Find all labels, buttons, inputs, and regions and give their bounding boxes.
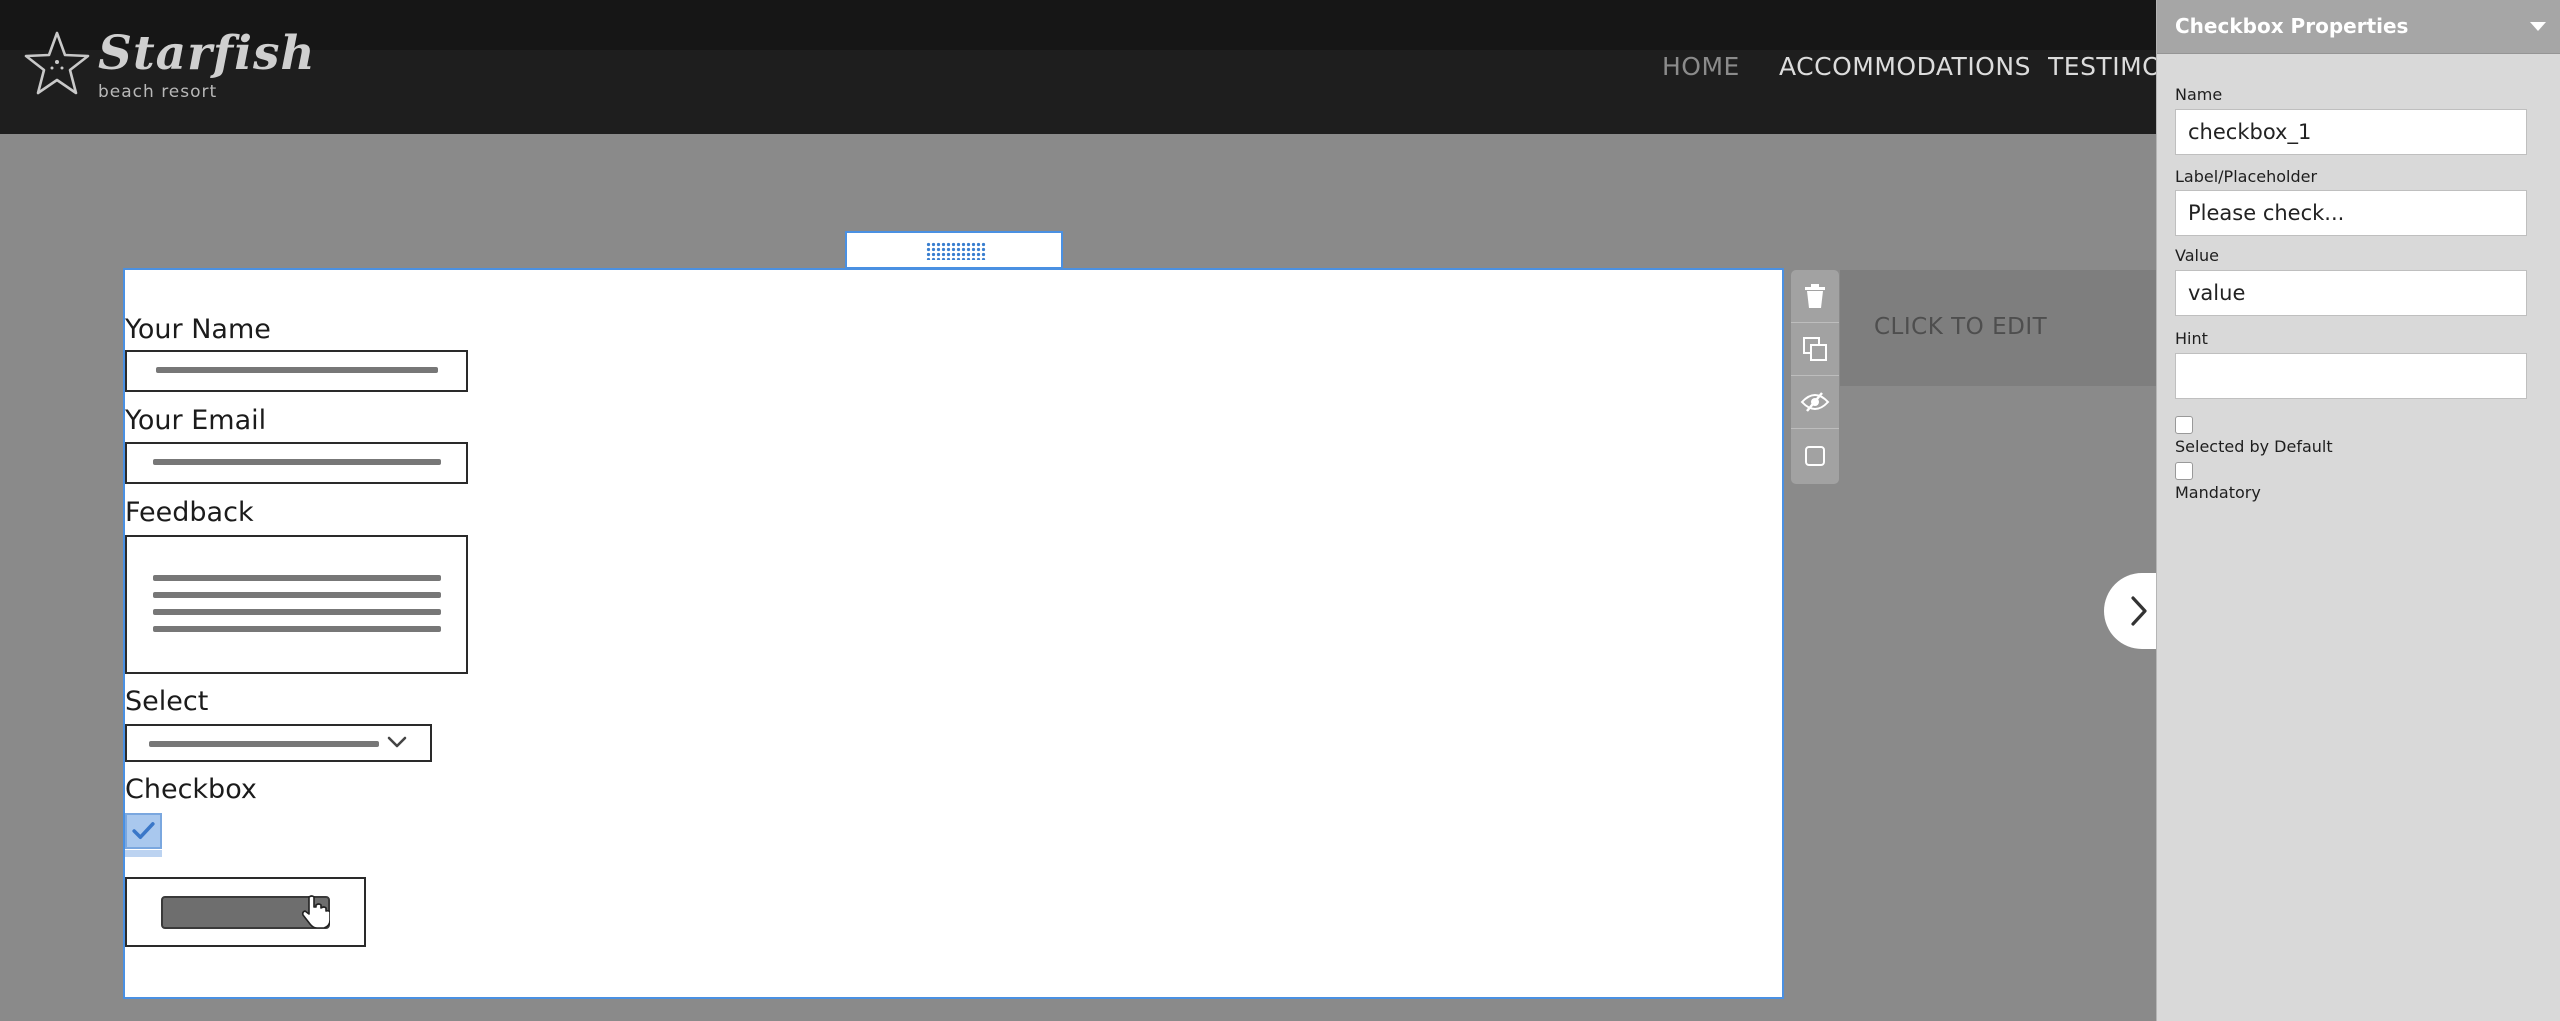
selected-by-default-label: Selected by Default xyxy=(2175,437,2333,456)
textarea-placeholder-line xyxy=(153,609,441,615)
name-label: Name xyxy=(2175,85,2223,104)
hint-label: Hint xyxy=(2175,329,2208,348)
textarea-placeholder-line xyxy=(153,575,441,581)
drag-handle[interactable] xyxy=(845,231,1063,269)
chevron-down-icon xyxy=(387,736,407,748)
value-field[interactable] xyxy=(2175,270,2527,316)
delete-button[interactable] xyxy=(1791,270,1839,323)
nav-testimonials[interactable]: TESTIMON xyxy=(2048,52,2156,81)
checkbox-selection-highlight xyxy=(125,850,162,857)
duplicate-button[interactable] xyxy=(1791,323,1839,376)
check-icon xyxy=(132,822,155,839)
selected-by-default-checkbox[interactable] xyxy=(2175,416,2193,434)
hint-field[interactable] xyxy=(2175,353,2527,399)
logo-subtitle: beach resort xyxy=(98,82,218,102)
nav-home[interactable]: HOME xyxy=(1662,52,1740,81)
label-placeholder-label: Label/Placeholder xyxy=(2175,167,2318,186)
chevron-right-icon xyxy=(2131,596,2147,626)
square-icon xyxy=(1805,445,1825,466)
checkbox-label: Checkbox xyxy=(125,774,257,805)
checkbox-properties-panel: Checkbox Properties Name Label/Placehold… xyxy=(2156,0,2560,1021)
feedback-label: Feedback xyxy=(125,497,254,528)
visibility-button[interactable] xyxy=(1791,376,1839,429)
input-placeholder-line xyxy=(156,367,438,373)
value-label: Value xyxy=(2175,246,2219,265)
textarea-placeholder-line xyxy=(153,592,441,598)
frame-button[interactable] xyxy=(1791,429,1839,482)
select-placeholder-line xyxy=(149,741,379,747)
click-to-edit-label: CLICK TO EDIT xyxy=(1874,314,2048,340)
your-name-label: Your Name xyxy=(125,314,271,345)
nav-accommodations[interactable]: ACCOMMODATIONS xyxy=(1779,52,2031,81)
widget-toolbar xyxy=(1791,270,1839,484)
label-placeholder-field[interactable] xyxy=(2175,190,2527,236)
mandatory-checkbox[interactable] xyxy=(2175,462,2193,480)
logo-name: Starfish xyxy=(98,26,316,81)
your-name-input[interactable] xyxy=(125,350,468,392)
textarea-placeholder-line xyxy=(153,626,441,632)
mandatory-label: Mandatory xyxy=(2175,483,2261,502)
trash-icon xyxy=(1805,284,1825,308)
duplicate-icon xyxy=(1803,337,1827,361)
hand-pointer-icon xyxy=(301,895,330,928)
header-top-strip xyxy=(0,0,2156,50)
input-placeholder-line xyxy=(153,459,441,465)
starfish-logo-icon xyxy=(24,31,90,95)
feedback-textarea[interactable] xyxy=(125,535,468,674)
your-email-input[interactable] xyxy=(125,442,468,484)
name-field[interactable] xyxy=(2175,109,2527,155)
panel-header[interactable]: Checkbox Properties xyxy=(2157,0,2560,54)
visibility-icon xyxy=(1800,392,1830,412)
drag-dots-icon xyxy=(926,242,986,260)
caret-down-icon[interactable] xyxy=(2530,22,2546,31)
panel-title: Checkbox Properties xyxy=(2175,14,2409,38)
select-label: Select xyxy=(125,686,209,717)
checkbox-selected[interactable] xyxy=(125,813,162,849)
your-email-label: Your Email xyxy=(125,405,267,436)
